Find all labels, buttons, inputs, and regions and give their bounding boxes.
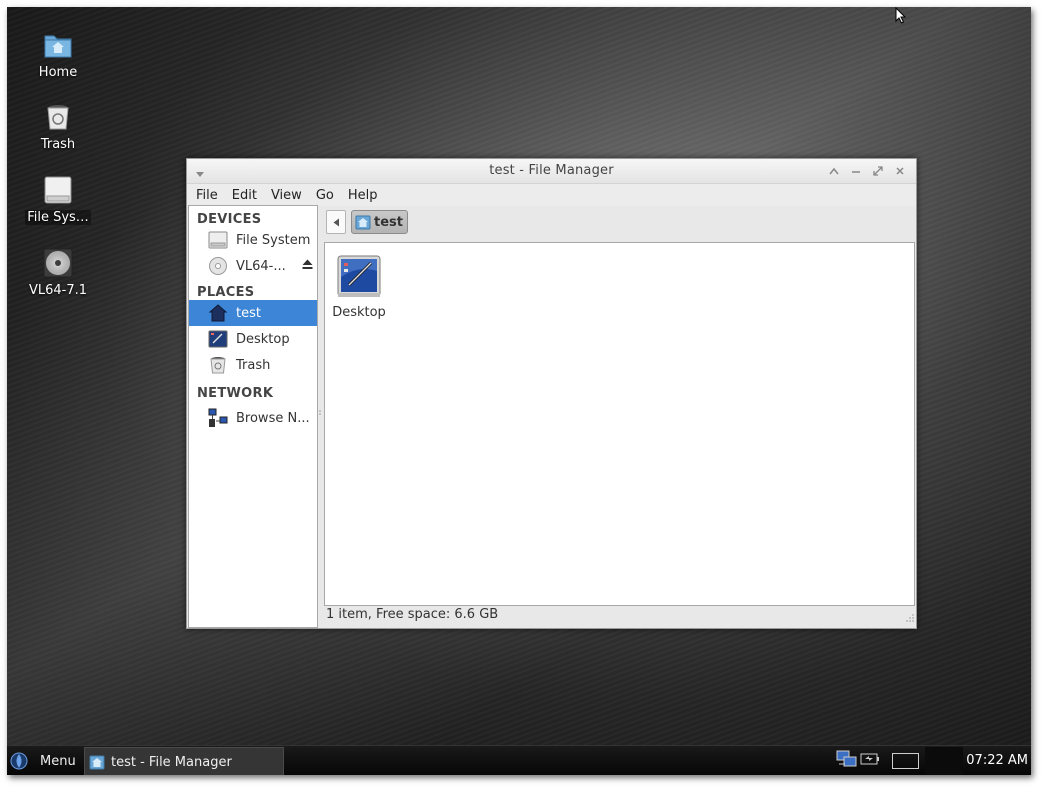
sidebar-item-label: Trash [236, 357, 271, 373]
sidebar-item-label: VL64-... [236, 258, 286, 274]
sidebar-section-devices: DEVICES [197, 212, 262, 227]
tray-battery[interactable] [860, 746, 880, 775]
resize-grip-icon[interactable] [905, 612, 915, 627]
harddisk-icon [208, 230, 228, 250]
side-pane: DEVICES File System VL64-... PLACES test… [188, 205, 318, 628]
battery-icon [860, 752, 880, 770]
sidebar-item-file-system[interactable]: File System [189, 227, 317, 253]
desktop-icon-trash[interactable]: Trash [18, 101, 98, 152]
menu-button-label: Menu [40, 753, 76, 769]
home-icon [208, 303, 228, 323]
close-icon[interactable] [892, 164, 908, 178]
desktop-icon-home[interactable]: Home [18, 29, 98, 80]
path-back-button[interactable] [326, 210, 346, 234]
mouse-cursor-icon [895, 7, 907, 28]
home-folder-icon [42, 29, 74, 61]
desktop-icon-filesystem[interactable]: File Sys… [18, 174, 98, 225]
start-orb-icon [10, 752, 28, 770]
path-button-test[interactable]: test [351, 210, 408, 234]
shade-icon[interactable] [826, 164, 842, 178]
window-title: test - File Manager [489, 163, 614, 178]
drive-icon [42, 174, 74, 206]
sidebar-section-places: PLACES [197, 285, 255, 300]
trash-icon [42, 101, 74, 133]
desktop-icon-label: VL64-7.1 [28, 283, 88, 298]
sidebar-item-label: Browse N... [236, 410, 310, 426]
path-button-label: test [374, 214, 403, 230]
home-folder-icon [89, 754, 105, 770]
file-item-desktop[interactable]: Desktop [329, 253, 389, 320]
sidebar-section-network: NETWORK [197, 386, 274, 401]
cdrom-icon [208, 256, 228, 276]
file-manager-window: test - File Manager File Edit View Go He… [186, 158, 917, 629]
minimize-icon[interactable] [848, 164, 864, 178]
sidebar-item-browse-network[interactable]: Browse N... [189, 405, 317, 431]
menu-bar: File Edit View Go Help [187, 184, 916, 206]
sidebar-item-label: test [236, 305, 261, 321]
tray-network[interactable] [836, 746, 858, 775]
sidebar-item-desktop[interactable]: Desktop [189, 326, 317, 352]
menu-view[interactable]: View [264, 188, 309, 203]
menu-edit[interactable]: Edit [225, 188, 264, 203]
window-titlebar[interactable]: test - File Manager [187, 159, 916, 184]
desktop-folder-icon [208, 329, 228, 349]
desktop-icon-label: File Sys… [25, 210, 91, 225]
taskbar-task-label: test - File Manager [111, 754, 232, 770]
menu-go[interactable]: Go [309, 188, 341, 203]
trash-icon [208, 355, 228, 375]
sidebar-item-trash[interactable]: Trash [189, 352, 317, 378]
desktop-folder-icon [335, 253, 383, 301]
path-bar: test [324, 205, 916, 241]
file-item-label: Desktop [332, 305, 386, 320]
taskbar-task-file-manager[interactable]: test - File Manager [84, 747, 284, 775]
eject-icon[interactable] [302, 259, 313, 274]
menu-help[interactable]: Help [341, 188, 385, 203]
clock[interactable]: 07:22 AM [966, 753, 1028, 768]
desktop-screen: Home Trash File Sys… VL64-7.1 test - Fil… [7, 7, 1031, 775]
menu-button[interactable]: Menu [10, 749, 76, 773]
desktop-icon-label: Home [38, 65, 78, 80]
cdrom-icon [42, 247, 74, 279]
sidebar-item-cdrom[interactable]: VL64-... [189, 253, 317, 279]
network-icon [208, 408, 228, 428]
workspace-pager-2[interactable] [925, 747, 963, 775]
sidebar-item-label: Desktop [236, 331, 290, 347]
taskbar: Menu test - File Manager 07:22 AM [7, 745, 1031, 775]
status-bar-text: 1 item, Free space: 6.6 GB [326, 607, 499, 622]
menu-file[interactable]: File [189, 188, 225, 203]
chevron-left-icon [333, 218, 339, 226]
desktop-icon-cdrom[interactable]: VL64-7.1 [18, 247, 98, 298]
file-view[interactable]: Desktop [324, 242, 915, 606]
sidebar-item-label: File System [236, 232, 311, 248]
maximize-icon[interactable] [870, 164, 886, 178]
workspace-pager-1[interactable] [892, 753, 919, 769]
sidebar-item-test[interactable]: test [189, 300, 317, 326]
desktop-icon-label: Trash [40, 137, 76, 152]
network-status-icon [836, 749, 858, 773]
pane-splitter[interactable] [318, 405, 322, 415]
home-folder-icon [355, 214, 371, 230]
